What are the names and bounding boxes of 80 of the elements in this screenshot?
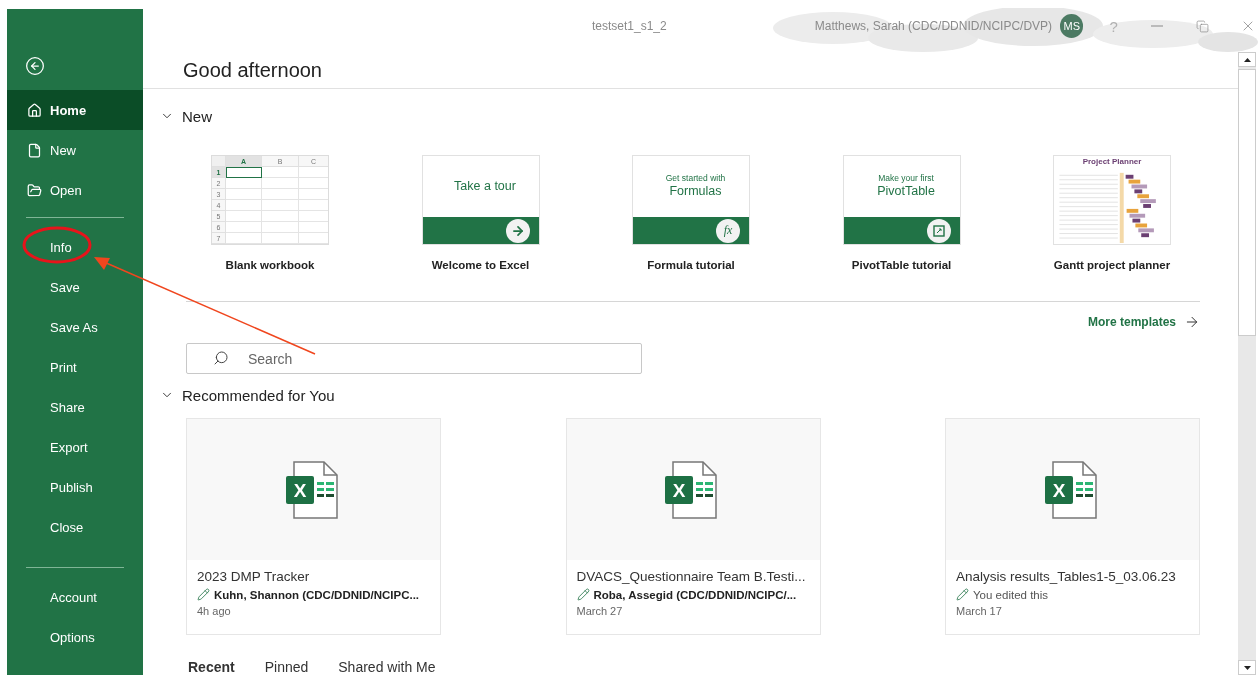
arrow-icon [1184, 314, 1200, 330]
thumbnail-caption: Make your first [877, 174, 935, 185]
sheet-cell [226, 167, 262, 178]
search-field[interactable]: Search [186, 343, 642, 374]
sidebar-item[interactable]: Publish [7, 467, 143, 507]
template-tile[interactable]: Make your first PivotTable PivotTable tutorial [831, 155, 972, 271]
sheet-title: Project Planner [1081, 156, 1143, 167]
minimize-icon [1151, 25, 1164, 27]
sheet-cell [262, 211, 299, 222]
sheet-cell [262, 167, 299, 178]
template-tile[interactable]: Get started with Formulas fx Formula tutorial [621, 155, 761, 271]
down-triangle-icon [1243, 665, 1251, 670]
sidebar-item[interactable]: New [7, 130, 143, 170]
more-templates-link[interactable]: More templates [1087, 314, 1200, 330]
scroll-up-button[interactable] [1238, 52, 1256, 67]
pencil-icon [197, 588, 210, 601]
sidebar-item[interactable]: Close [7, 507, 143, 547]
thumbnail-heading: Take a tour [453, 179, 517, 194]
sidebar-item[interactable]: Info [7, 227, 143, 267]
document-icon [27, 142, 42, 158]
sidebar-item[interactable]: Save [7, 267, 143, 307]
search-icon [213, 350, 229, 366]
section-toggle[interactable]: New [160, 103, 212, 129]
modified-date: March 27 [576, 605, 624, 617]
editor-name: Kuhn, Shannon (CDC/DDNID/NCIPC... [214, 588, 420, 601]
template-tile[interactable]: Take a tour Welcome to Excel [410, 155, 551, 271]
sheet-cell [262, 222, 299, 233]
sheet-cell [226, 200, 262, 211]
sidebar-item[interactable]: Save As [7, 307, 143, 347]
scroll-down-button[interactable] [1238, 660, 1256, 675]
sheet-cell [226, 233, 262, 244]
sheet-cell [262, 189, 299, 200]
file-name: 2023 DMP Tracker [197, 569, 311, 584]
sidebar-item[interactable]: Options [7, 617, 143, 657]
file-tab[interactable]: Shared with Me [336, 659, 438, 675]
thumbnail-caption: Get started with [664, 174, 727, 185]
thumbnail-heading: PivotTable [876, 184, 936, 199]
window-title: testset1_s1_2 [592, 19, 667, 33]
sheet-cell [226, 211, 262, 222]
file-card[interactable]: X DVACS_Questionnaire Team B.Testi... Roba, Assegid (CDC/DDNID/NCIPC/... March 27 [565, 418, 821, 635]
scrollbar-thumb[interactable] [1238, 69, 1256, 336]
function-badge: fx [716, 218, 740, 243]
home-icon [27, 102, 42, 118]
sheet-cell [226, 189, 262, 200]
folder-icon [27, 182, 42, 198]
thumbnail-heading: Formulas [668, 184, 723, 199]
sheet-cell [262, 178, 299, 189]
sheet-cell [262, 233, 299, 244]
table-icon [932, 224, 945, 237]
modified-date: 4h ago [197, 605, 232, 617]
section-toggle[interactable]: Recommended for You [160, 382, 335, 408]
restore-icon [1196, 19, 1210, 33]
sheet-cell [226, 178, 262, 189]
sidebar-item[interactable]: Home [7, 90, 143, 130]
sidebar-item[interactable]: Share [7, 387, 143, 427]
user-name: Matthews, Sarah (CDC/DDNID/NCIPC/DVP) [814, 19, 1053, 33]
sidebar-item[interactable]: Account [7, 577, 143, 617]
up-triangle-icon [1243, 57, 1251, 62]
editor-name: Roba, Assegid (CDC/DDNID/NCIPC/... [593, 588, 797, 601]
pencil-icon [576, 588, 590, 601]
file-name: Analysis results_Tables1-5_03.06.23 [956, 569, 1177, 584]
file-card[interactable]: X 2023 DMP Tracker Kuhn, Shannon (CDC/DDNID/NCIPC... 4h ago [186, 418, 441, 635]
file-name: DVACS_Questionnaire Team B.Testi... [576, 569, 807, 584]
file-card[interactable]: X Analysis results_Tables1-5_03.06.23 You edited this March 17 [945, 418, 1200, 635]
sheet-cell [262, 200, 299, 211]
file-tab[interactable]: Pinned [262, 659, 311, 675]
greeting-heading: Good afternoon [143, 52, 1238, 89]
modified-date: March 17 [956, 605, 1003, 617]
corner-cell [212, 156, 226, 167]
sidebar-item[interactable]: Open [7, 170, 143, 210]
back-button[interactable] [24, 55, 46, 77]
arrow-icon [510, 223, 525, 238]
sidebar-item[interactable]: Print [7, 347, 143, 387]
sidebar-item[interactable]: Export [7, 427, 143, 467]
editor-name: You edited this [973, 588, 1049, 601]
pencil-icon [956, 588, 969, 601]
annotation-ellipse [22, 226, 92, 264]
template-tile[interactable]: Project Planner Gantt project planner [1042, 155, 1182, 271]
file-tab[interactable]: Recent [186, 659, 237, 675]
sheet-cell [226, 222, 262, 233]
